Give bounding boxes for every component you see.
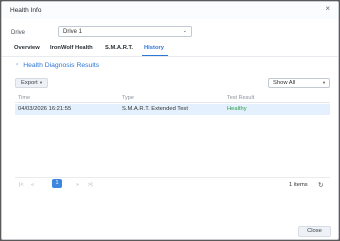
previous-page-icon[interactable]: « bbox=[31, 182, 34, 188]
drive-select-value: Drive 1 bbox=[63, 29, 83, 35]
cell-test-result: Healthy bbox=[227, 106, 247, 112]
tab-smart[interactable]: S.M.A.R.T. bbox=[105, 45, 133, 51]
table-header: Time Type Test Result bbox=[15, 93, 330, 103]
column-header-type[interactable]: Type bbox=[122, 95, 134, 101]
export-label: Export bbox=[21, 80, 38, 86]
first-page-icon[interactable]: |< bbox=[19, 182, 24, 188]
caret-down-icon: ▼ bbox=[39, 80, 43, 85]
close-button[interactable]: Close bbox=[298, 226, 331, 237]
pagination: |< « 1 » >| 1 items ↻ bbox=[15, 177, 330, 189]
filter-select[interactable]: Show All ▼ bbox=[268, 78, 330, 88]
chevron-down-icon: ⌄ bbox=[182, 28, 187, 34]
column-header-time[interactable]: Time bbox=[18, 95, 30, 101]
section-title: Health Diagnosis Results bbox=[23, 62, 100, 69]
caret-down-icon: ▼ bbox=[322, 80, 326, 85]
cell-time: 04/03/2026 16:21:55 bbox=[18, 106, 72, 112]
column-header-test-result[interactable]: Test Result bbox=[227, 95, 254, 101]
refresh-icon[interactable]: ↻ bbox=[318, 181, 323, 189]
page-current[interactable]: 1 bbox=[52, 179, 62, 188]
tab-history[interactable]: History bbox=[144, 45, 164, 51]
last-page-icon[interactable]: >| bbox=[88, 182, 93, 188]
table-row[interactable]: 04/03/2026 16:21:55 S.M.A.R.T. Extended … bbox=[15, 104, 330, 115]
chevron-up-icon: ⌃ bbox=[15, 63, 20, 69]
cell-type: S.M.A.R.T. Extended Test bbox=[122, 106, 188, 112]
next-page-icon[interactable]: » bbox=[76, 182, 79, 188]
section-header[interactable]: ⌃ Health Diagnosis Results bbox=[15, 62, 99, 69]
filter-select-value: Show All bbox=[273, 80, 296, 86]
health-info-dialog: Health Info × Drive Drive 1 ⌄ Overview I… bbox=[1, 1, 339, 240]
dialog-title: Health Info bbox=[10, 7, 42, 14]
tab-ironwolf-health[interactable]: IronWolf Health bbox=[50, 45, 93, 51]
export-button[interactable]: Export ▼ bbox=[15, 78, 48, 88]
drive-select[interactable]: Drive 1 ⌄ bbox=[58, 26, 192, 37]
close-icon[interactable]: × bbox=[325, 5, 330, 13]
tab-overview[interactable]: Overview bbox=[14, 45, 40, 51]
items-count: 1 items bbox=[289, 182, 308, 188]
drive-label: Drive bbox=[11, 30, 26, 36]
tab-divider bbox=[2, 56, 338, 57]
title-bar: Health Info × bbox=[2, 2, 338, 19]
